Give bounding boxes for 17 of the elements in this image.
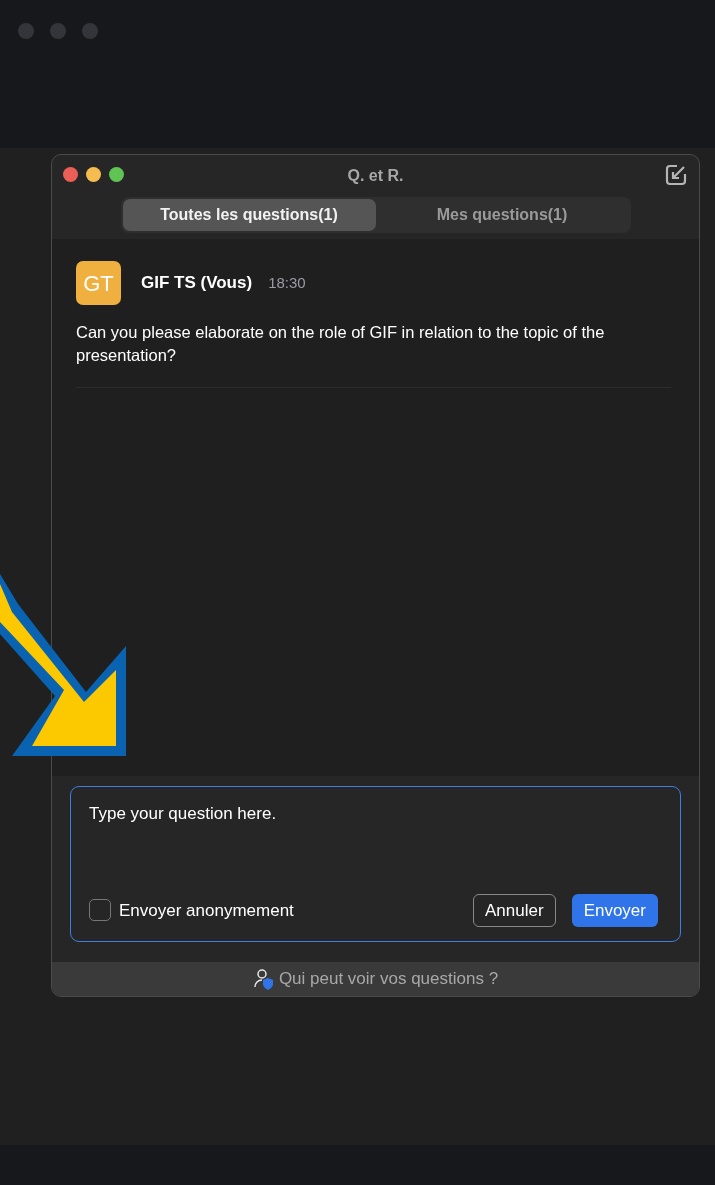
timestamp: 18:30	[268, 272, 306, 293]
privacy-icon	[252, 968, 275, 990]
avatar: GT	[76, 261, 121, 305]
close-button[interactable]	[63, 167, 78, 182]
tab[interactable]: Mes questions(1)	[375, 199, 629, 231]
author-name: GIF TS (Vous)	[141, 272, 253, 295]
window-title: Q. et R.	[347, 166, 404, 186]
question-text: Can you please elaborate on the role of GIF in relation to the topic of the presentation?	[76, 322, 606, 366]
send-button[interactable]: Envoyer	[571, 893, 658, 927]
checkbox-label: Envoyer anonymement	[119, 899, 294, 922]
cancel-button[interactable]: Annuler	[473, 893, 556, 927]
pop-in-icon[interactable]	[665, 164, 687, 186]
checkbox[interactable]	[89, 899, 111, 922]
question-field[interactable]: Type your question here. Envoyer anonymement Annuler Envoyer	[70, 786, 681, 942]
zoom-button[interactable]	[109, 167, 124, 182]
minimize-button[interactable]	[86, 167, 101, 182]
tab[interactable]: Toutes les questions(1)	[122, 199, 376, 231]
